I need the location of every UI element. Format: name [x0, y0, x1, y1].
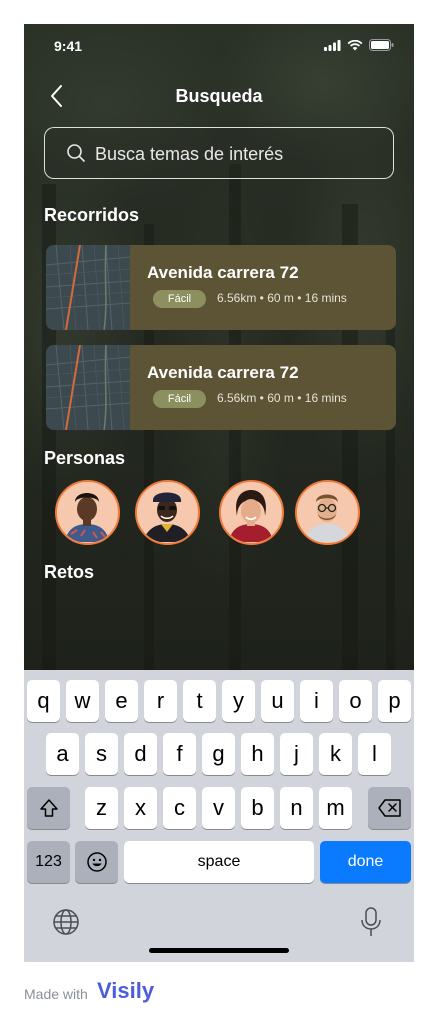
key-q[interactable]: q	[27, 680, 60, 722]
backspace-key[interactable]	[368, 787, 411, 829]
backspace-icon	[377, 799, 401, 817]
key-z[interactable]: z	[85, 787, 118, 829]
status-bar: 9:41	[24, 24, 414, 68]
difficulty-badge: Fácil	[153, 290, 206, 308]
shift-key[interactable]	[27, 787, 70, 829]
route-name: Avenida carrera 72	[147, 263, 299, 282]
route-name: Avenida carrera 72	[147, 363, 299, 382]
cellular-signal-icon	[324, 39, 341, 51]
avatar[interactable]	[55, 480, 120, 545]
key-k[interactable]: k	[319, 733, 352, 775]
emoji-icon	[86, 852, 107, 872]
route-card[interactable]: Avenida carrera 72 Fácil 6.56km • 60 m •…	[46, 245, 396, 330]
brand-logo[interactable]: Visily	[97, 978, 154, 1004]
key-v[interactable]: v	[202, 787, 235, 829]
key-l[interactable]: l	[358, 733, 391, 775]
key-o[interactable]: o	[339, 680, 372, 722]
done-key[interactable]: done	[320, 841, 411, 883]
route-meta: 6.56km • 60 m • 16 mins	[217, 391, 347, 405]
search-bar[interactable]	[44, 127, 394, 179]
avatar[interactable]	[135, 480, 200, 545]
key-i[interactable]: i	[300, 680, 333, 722]
search-input[interactable]	[95, 140, 375, 168]
home-indicator	[149, 948, 289, 953]
key-t[interactable]: t	[183, 680, 216, 722]
space-key[interactable]: space	[124, 841, 314, 883]
key-c[interactable]: c	[163, 787, 196, 829]
section-title-challenges: Retos	[44, 562, 95, 582]
globe-icon	[53, 909, 79, 935]
emoji-key[interactable]	[75, 841, 118, 883]
on-screen-keyboard: q w e r t y u i o p a s d f g h j k l z …	[24, 670, 414, 962]
battery-icon	[369, 39, 394, 51]
key-b[interactable]: b	[241, 787, 274, 829]
key-r[interactable]: r	[144, 680, 177, 722]
navigation-bar: Busqueda	[24, 80, 414, 114]
microphone-key[interactable]	[360, 906, 382, 938]
made-with-label: Made with	[24, 986, 88, 1002]
page-title: Busqueda	[175, 86, 263, 106]
route-map-thumbnail	[46, 245, 130, 330]
status-time: 9:41	[54, 38, 83, 54]
key-d[interactable]: d	[124, 733, 157, 775]
route-card[interactable]: Avenida carrera 72 Fácil 6.56km • 60 m •…	[46, 345, 396, 430]
key-f[interactable]: f	[163, 733, 196, 775]
key-h[interactable]: h	[241, 733, 274, 775]
key-m[interactable]: m	[319, 787, 352, 829]
key-u[interactable]: u	[261, 680, 294, 722]
key-j[interactable]: j	[280, 733, 313, 775]
key-p[interactable]: p	[378, 680, 411, 722]
globe-key[interactable]	[52, 908, 80, 936]
key-s[interactable]: s	[85, 733, 118, 775]
shift-arrow-icon	[39, 799, 58, 817]
section-title-routes: Recorridos	[44, 205, 140, 225]
avatar[interactable]	[295, 480, 360, 545]
wifi-icon	[347, 39, 363, 50]
numbers-key[interactable]: 123	[27, 841, 70, 883]
route-meta: 6.56km • 60 m • 16 mins	[217, 291, 347, 305]
key-e[interactable]: e	[105, 680, 138, 722]
search-icon	[67, 144, 85, 162]
avatar[interactable]	[219, 480, 284, 545]
difficulty-badge: Fácil	[153, 390, 206, 408]
section-title-people: Personas	[44, 448, 126, 468]
key-n[interactable]: n	[280, 787, 313, 829]
key-w[interactable]: w	[66, 680, 99, 722]
key-a[interactable]: a	[46, 733, 79, 775]
key-y[interactable]: y	[222, 680, 255, 722]
phone-screen: 9:41 Busqueda Busca temas de interés Rec…	[24, 24, 414, 962]
key-x[interactable]: x	[124, 787, 157, 829]
route-map-thumbnail	[46, 345, 130, 430]
microphone-icon	[361, 907, 381, 936]
key-g[interactable]: g	[202, 733, 235, 775]
